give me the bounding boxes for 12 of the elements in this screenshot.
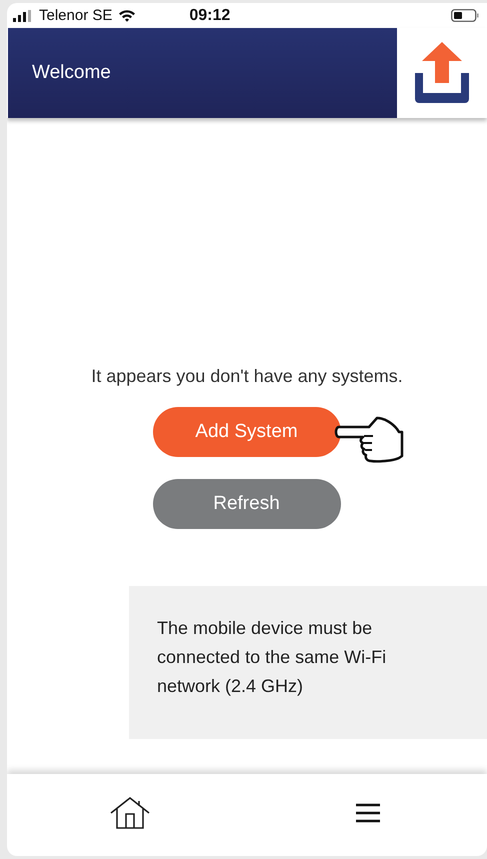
clock-time: 09:12	[189, 6, 230, 24]
page-title: Welcome	[32, 62, 111, 84]
refresh-button[interactable]: Refresh	[152, 479, 340, 529]
home-icon[interactable]	[110, 797, 150, 829]
add-button[interactable]: Add System	[152, 407, 340, 457]
battery-icon	[451, 9, 479, 22]
carrier-name: Telenor SE	[39, 7, 112, 24]
wifi-icon	[118, 9, 136, 22]
info-note: The mobile device must be connected to the same Wi-Fi network (2.4 GHz)	[157, 617, 388, 698]
upload-logo-icon	[415, 42, 469, 104]
empty-message: It appears you don't have any systems.	[91, 366, 403, 387]
menu-icon[interactable]	[356, 803, 380, 823]
